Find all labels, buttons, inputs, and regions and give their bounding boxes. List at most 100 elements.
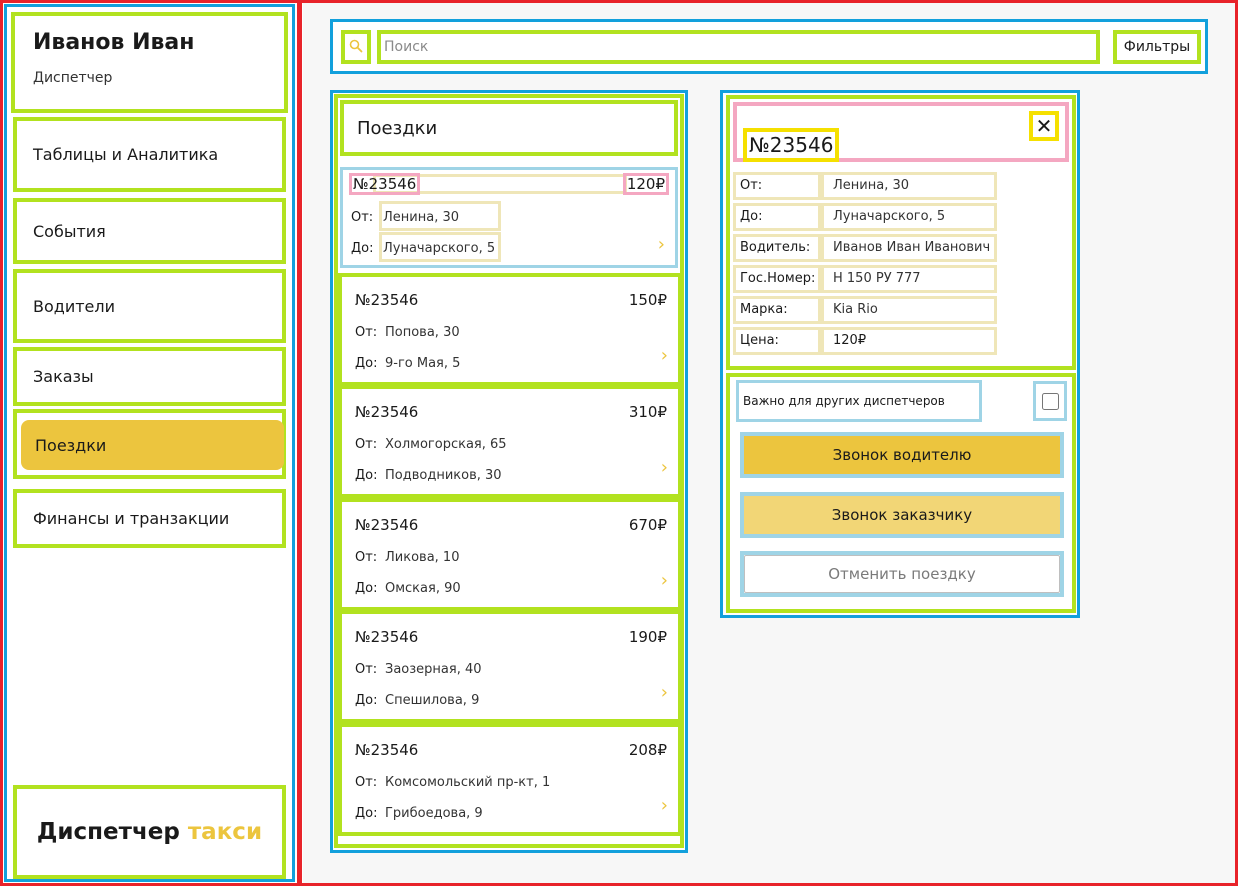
chevron-right-icon: ›: [660, 345, 668, 366]
filters-button[interactable]: Фильтры: [1113, 30, 1201, 64]
search-button[interactable]: [341, 30, 371, 64]
trip-price: 208₽: [628, 741, 667, 759]
brand-accent: такси: [187, 819, 263, 845]
sidebar-item-label: События: [33, 221, 106, 241]
chevron-right-icon: ›: [660, 795, 668, 816]
call-customer-button[interactable]: Звонок заказчику: [744, 496, 1060, 534]
close-button[interactable]: ✕: [1029, 111, 1059, 141]
sidebar-item-events[interactable]: События: [13, 198, 286, 264]
trip-to-label: До:: [355, 468, 378, 483]
sidebar-item-active-pill: Поездки: [21, 420, 284, 470]
search-input[interactable]: [377, 30, 1100, 64]
user-role: Диспетчер: [33, 70, 113, 86]
trips-list: Поездки №23546 120₽ От: Ленина, 30 До: Л…: [334, 94, 684, 848]
field-driver-value: Иванов Иван Иванович: [821, 234, 997, 262]
trip-from-value: Заозерная, 40: [385, 662, 482, 677]
trip-card[interactable]: №23546 670₽ От: Ликова, 10 До: Омская, 9…: [338, 498, 682, 611]
field-label: Цена:: [733, 327, 821, 355]
trip-detail-info: №23546 ✕ От: Ленина, 30 До: Луначарского…: [726, 95, 1076, 370]
chevron-right-icon: ›: [660, 682, 668, 703]
sidebar-item-label: Таблицы и Аналитика: [33, 145, 219, 164]
trip-to-label: До:: [355, 581, 378, 596]
trip-card[interactable]: №23546 190₽ От: Заозерная, 40 До: Спешил…: [338, 610, 682, 723]
field-to-value: Луначарского, 5: [821, 203, 997, 231]
chevron-right-icon: ›: [660, 457, 668, 478]
sidebar-item-drivers[interactable]: Водители: [13, 269, 286, 343]
field-label: Водитель:: [733, 234, 821, 262]
field-label: До:: [733, 203, 821, 231]
trip-to-value: Грибоедова, 9: [385, 806, 483, 821]
call-driver-button[interactable]: Звонок водителю: [744, 436, 1060, 474]
user-profile: Иванов Иван Диспетчер: [11, 12, 288, 113]
trip-number: №23546: [355, 741, 419, 759]
sidebar-item-label: Финансы и транзакции: [33, 509, 230, 528]
trip-from-label: От:: [355, 662, 378, 677]
trip-detail-panel: №23546 ✕ От: Ленина, 30 До: Луначарского…: [720, 90, 1080, 618]
trip-number: №23546: [355, 628, 419, 646]
trip-to-value: 9-го Мая, 5: [385, 356, 461, 371]
sidebar-item-analytics[interactable]: Таблицы и Аналитика: [13, 117, 286, 192]
user-name: Иванов Иван: [33, 30, 195, 55]
field-price-value: 120₽: [821, 327, 997, 355]
field-label: Гос.Номер:: [733, 265, 821, 293]
trip-to-value: Омская, 90: [385, 581, 461, 596]
field-car-value: Kia Rio: [821, 296, 997, 324]
trips-panel: Поездки №23546 120₽ От: Ленина, 30 До: Л…: [330, 90, 688, 853]
trip-price: 190₽: [628, 628, 667, 646]
field-label: Марка:: [733, 296, 821, 324]
trip-from-label: От:: [355, 775, 378, 790]
sidebar-item-trips[interactable]: Поездки: [13, 409, 286, 479]
brand-logo: Диспетчер такси: [13, 785, 286, 879]
call-driver-wrap: Звонок водителю: [740, 432, 1064, 478]
filters-label: Фильтры: [1123, 39, 1191, 55]
trip-card[interactable]: №23546 310₽ От: Холмогорская, 65 До: Под…: [338, 385, 682, 498]
trip-card-selected[interactable]: №23546 120₽ От: Ленина, 30 До: Луначарск…: [340, 167, 678, 268]
field-plate-value: Н 150 РУ 777: [821, 265, 997, 293]
sidebar-item-finance[interactable]: Финансы и транзакции: [13, 489, 286, 548]
trip-from-value: Попова, 30: [385, 325, 460, 340]
trip-number: №23546: [349, 173, 421, 195]
trip-price: 670₽: [628, 516, 667, 534]
trip-from-value: Ликова, 10: [385, 550, 460, 565]
trip-from-value: Ленина, 30: [383, 210, 459, 225]
sidebar-item-label: Поездки: [35, 435, 107, 455]
search-bar: Фильтры: [330, 19, 1208, 74]
trips-title: Поездки: [340, 100, 678, 156]
chevron-right-icon: ›: [660, 570, 668, 591]
important-label: Важно для других диспетчеров: [736, 380, 982, 422]
sidebar-divider: [297, 3, 302, 883]
trip-from-label: От:: [355, 550, 378, 565]
important-checkbox[interactable]: [1041, 392, 1059, 410]
trip-to-label: До:: [355, 693, 378, 708]
trip-detail-number: №23546: [743, 128, 840, 162]
trip-price: 120₽: [622, 173, 669, 195]
trip-detail-header: №23546 ✕: [733, 102, 1069, 162]
trip-to-label: До:: [351, 241, 374, 256]
trip-to-label: До:: [355, 806, 378, 821]
search-icon: [349, 38, 363, 57]
trip-number: №23546: [355, 516, 419, 534]
chevron-right-icon: ›: [657, 234, 665, 255]
brand-main: Диспетчер: [36, 819, 180, 845]
cancel-trip-button[interactable]: Отменить поездку: [744, 555, 1060, 593]
trip-number: №23546: [355, 403, 419, 421]
sidebar-item-orders[interactable]: Заказы: [13, 347, 286, 406]
trip-to-value: Подводников, 30: [385, 468, 502, 483]
field-label: От:: [733, 172, 821, 200]
trip-card[interactable]: №23546 150₽ От: Попова, 30 До: 9-го Мая,…: [338, 273, 682, 386]
trip-from-label: От:: [351, 210, 374, 225]
trip-number: №23546: [355, 291, 419, 309]
sidebar-item-label: Водители: [33, 296, 116, 316]
trip-from-value: Комсомольский пр-кт, 1: [385, 775, 551, 790]
trip-from-label: От:: [355, 437, 378, 452]
trip-price: 150₽: [628, 291, 667, 309]
cancel-trip-wrap: Отменить поездку: [740, 551, 1064, 597]
trip-card[interactable]: №23546 208₽ От: Комсомольский пр-кт, 1 Д…: [338, 723, 682, 836]
field-from-value: Ленина, 30: [821, 172, 997, 200]
trip-price: 310₽: [628, 403, 667, 421]
trip-detail-actions: Важно для других диспетчеров Звонок води…: [726, 373, 1076, 613]
trip-to-label: До:: [355, 356, 378, 371]
call-customer-wrap: Звонок заказчику: [740, 492, 1064, 538]
trip-to-value: Спешилова, 9: [385, 693, 480, 708]
important-checkbox-wrap: [1033, 381, 1067, 421]
